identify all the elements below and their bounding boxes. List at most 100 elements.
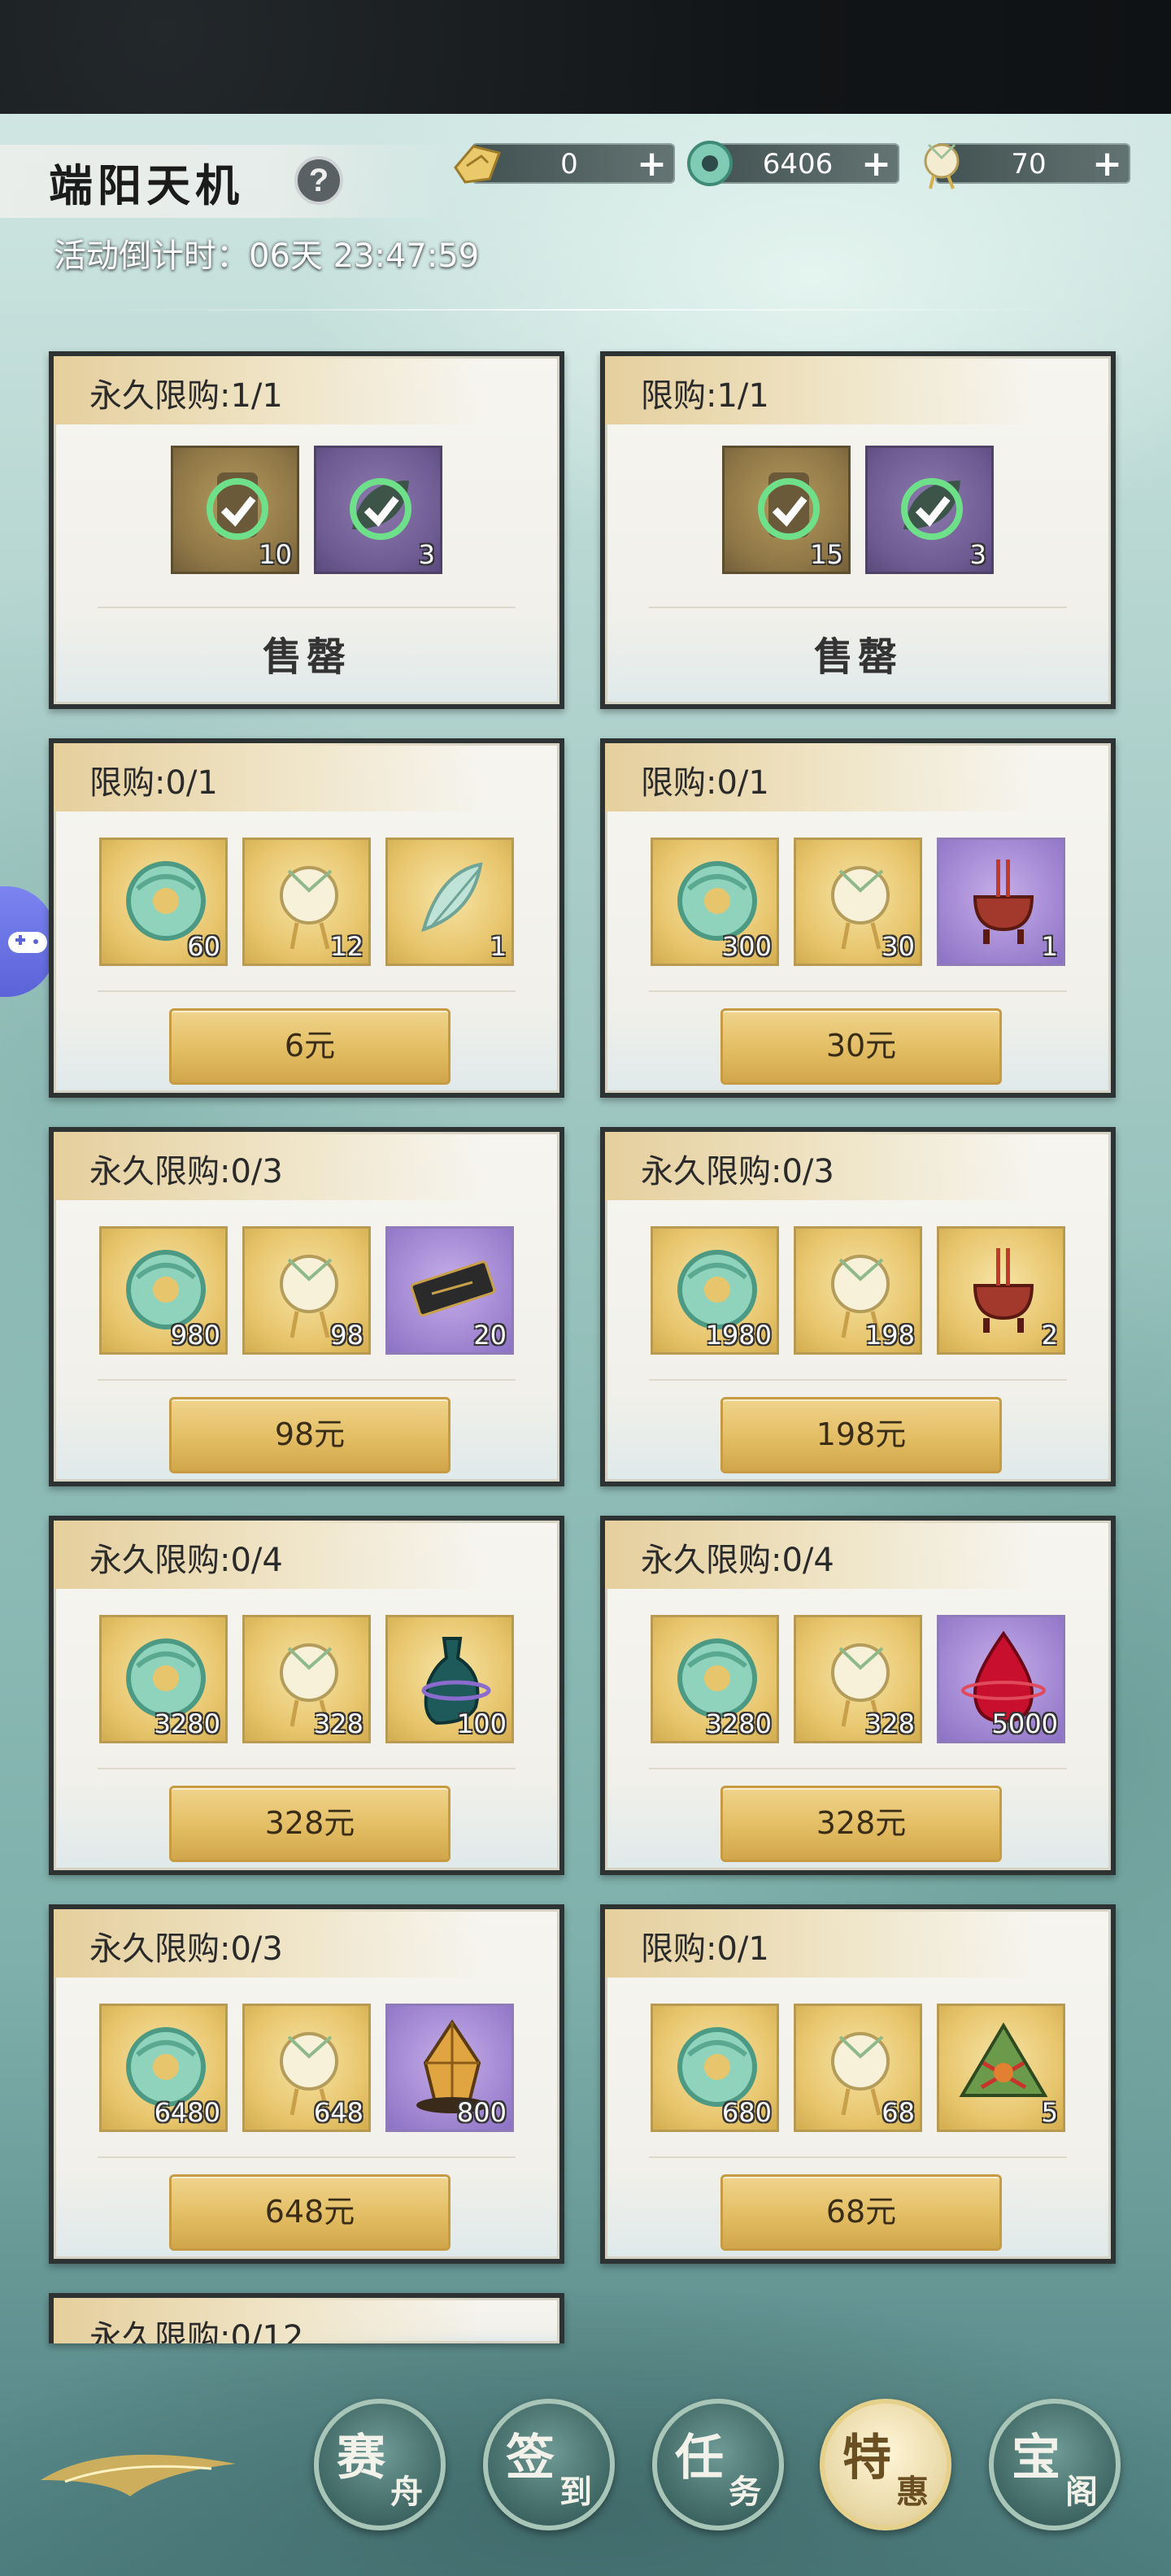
item-quantity: 68 xyxy=(882,2097,915,2128)
nav-dragon-boat[interactable]: 赛 舟 xyxy=(314,2399,446,2530)
add-jade-button[interactable]: + xyxy=(861,143,891,185)
item-slot[interactable]: 15 xyxy=(722,446,851,574)
item-slot[interactable]: 3 xyxy=(865,446,994,574)
item-quantity: 15 xyxy=(810,539,843,570)
purchase-limit: 永久限购:0/3 xyxy=(89,1930,283,1968)
item-slot[interactable]: 198 xyxy=(794,1226,922,1355)
buy-button[interactable]: 648元 xyxy=(169,2174,451,2251)
help-button[interactable]: ? xyxy=(294,156,343,205)
nav-check-in[interactable]: 签 到 xyxy=(483,2399,615,2530)
item-slot[interactable]: 30 xyxy=(794,838,922,966)
item-slot[interactable]: 3280 xyxy=(651,1615,779,1743)
offer-card: 限购:0/1 60 12 1 6元 xyxy=(49,738,564,1098)
nav-label-main: 赛 xyxy=(337,2430,385,2487)
item-slot[interactable]: 10 xyxy=(171,446,299,574)
item-slot[interactable]: 1 xyxy=(385,838,514,966)
item-slot[interactable]: 648 xyxy=(242,2004,371,2132)
incense-burner-icon xyxy=(973,1248,1034,1333)
buy-button[interactable]: 198元 xyxy=(720,1397,1002,1473)
offer-card: 永久限购:1/1 10 3 售罄 xyxy=(49,351,564,709)
item-slot[interactable]: 328 xyxy=(794,1615,922,1743)
item-quantity: 100 xyxy=(456,1708,507,1739)
item-quantity: 198 xyxy=(864,1320,915,1351)
item-slot[interactable]: 5000 xyxy=(937,1615,1065,1743)
item-slot[interactable]: 20 xyxy=(385,1226,514,1355)
incense-burner-icon xyxy=(973,859,1034,944)
item-slot[interactable]: 680 xyxy=(651,2004,779,2132)
item-quantity: 10 xyxy=(259,539,292,570)
gamepad-icon xyxy=(8,932,47,953)
zongzi-icon xyxy=(959,2022,1048,2097)
item-slot[interactable]: 5 xyxy=(937,2004,1065,2132)
item-slot[interactable]: 98 xyxy=(242,1226,371,1355)
item-quantity: 12 xyxy=(330,931,363,962)
item-slot[interactable]: 12 xyxy=(242,838,371,966)
offer-card: 限购:0/1 680 68 5 68元 xyxy=(600,1904,1116,2264)
item-quantity: 680 xyxy=(721,2097,772,2128)
item-slot[interactable]: 6480 xyxy=(99,2004,228,2132)
item-slot[interactable]: 2 xyxy=(937,1226,1065,1355)
buy-button[interactable]: 30元 xyxy=(720,1008,1002,1085)
buy-button[interactable]: 328元 xyxy=(720,1786,1002,1862)
nav-label-sub: 阁 xyxy=(1065,2473,1098,2511)
item-quantity: 1 xyxy=(490,931,507,962)
item-slot[interactable]: 980 xyxy=(99,1226,228,1355)
purchase-limit: 永久限购:0/12 xyxy=(89,2319,304,2343)
nav-label-main: 签 xyxy=(506,2430,555,2487)
currency-value: 70 xyxy=(1011,148,1047,181)
nav-treasure-pavilion[interactable]: 宝 阁 xyxy=(989,2399,1121,2530)
sold-out-label: 售罄 xyxy=(262,634,350,680)
item-slot[interactable]: 800 xyxy=(385,2004,514,2132)
item-slot[interactable]: 100 xyxy=(385,1615,514,1743)
nav-label-sub: 务 xyxy=(729,2473,761,2511)
buy-button[interactable]: 6元 xyxy=(169,1008,451,1085)
item-quantity: 328 xyxy=(864,1708,915,1739)
item-quantity: 980 xyxy=(170,1320,220,1351)
purchase-limit: 永久限购:0/4 xyxy=(89,1542,283,1579)
item-slot[interactable]: 68 xyxy=(794,2004,922,2132)
buy-button[interactable]: 68元 xyxy=(720,2174,1002,2251)
item-quantity: 6480 xyxy=(154,2097,220,2128)
buy-button[interactable]: 328元 xyxy=(169,1786,451,1862)
header-divider xyxy=(98,309,1073,311)
item-quantity: 3 xyxy=(418,539,435,570)
nav-label-main: 任 xyxy=(675,2430,724,2487)
item-slot[interactable]: 3 xyxy=(314,446,442,574)
leaf-checked-icon xyxy=(350,478,411,540)
add-gold-button[interactable]: + xyxy=(637,143,667,185)
item-quantity: 30 xyxy=(882,931,915,962)
nav-label-sub: 到 xyxy=(559,2473,592,2511)
bell-coin-icon xyxy=(924,143,960,189)
currency-jade: 6406 + xyxy=(687,141,899,186)
item-slot[interactable]: 1 xyxy=(937,838,1065,966)
buy-button[interactable]: 98元 xyxy=(169,1397,451,1473)
item-quantity: 648 xyxy=(313,2097,363,2128)
nav-label-main: 特 xyxy=(842,2430,891,2487)
jade-icon xyxy=(687,141,733,186)
nav-label-main: 宝 xyxy=(1012,2430,1060,2487)
offer-card: 永久限购:0/4 3280 328 100 328元 xyxy=(49,1516,564,1875)
item-slot[interactable]: 328 xyxy=(242,1615,371,1743)
item-quantity: 5 xyxy=(1041,2097,1058,2128)
sold-out-label: 售罄 xyxy=(813,634,902,680)
item-slot[interactable]: 60 xyxy=(99,838,228,966)
add-bell-coin-button[interactable]: + xyxy=(1092,143,1122,185)
nav-tasks[interactable]: 任 务 xyxy=(652,2399,784,2530)
item-quantity: 3280 xyxy=(705,1708,772,1739)
item-slot[interactable]: 300 xyxy=(651,838,779,966)
item-quantity: 2 xyxy=(1041,1320,1058,1351)
currency-gold-ingot: 0 + xyxy=(454,143,675,185)
offer-card: 永久限购:0/3 1980 198 2 198元 xyxy=(600,1127,1116,1486)
item-slot[interactable]: 1980 xyxy=(651,1226,779,1355)
item-quantity: 3 xyxy=(969,539,986,570)
nav-special-offers[interactable]: 特 惠 xyxy=(820,2399,951,2530)
purchase-limit: 永久限购:0/4 xyxy=(641,1542,834,1579)
top-status-area xyxy=(0,0,1171,114)
item-quantity: 800 xyxy=(456,2097,507,2128)
purchase-limit: 限购:0/1 xyxy=(641,764,769,802)
item-quantity: 328 xyxy=(313,1708,363,1739)
page-title: 端阳天机 xyxy=(49,159,244,211)
item-quantity: 60 xyxy=(187,931,220,962)
item-slot[interactable]: 3280 xyxy=(99,1615,228,1743)
offer-card: 限购:0/1 300 30 1 30元 xyxy=(600,738,1116,1098)
